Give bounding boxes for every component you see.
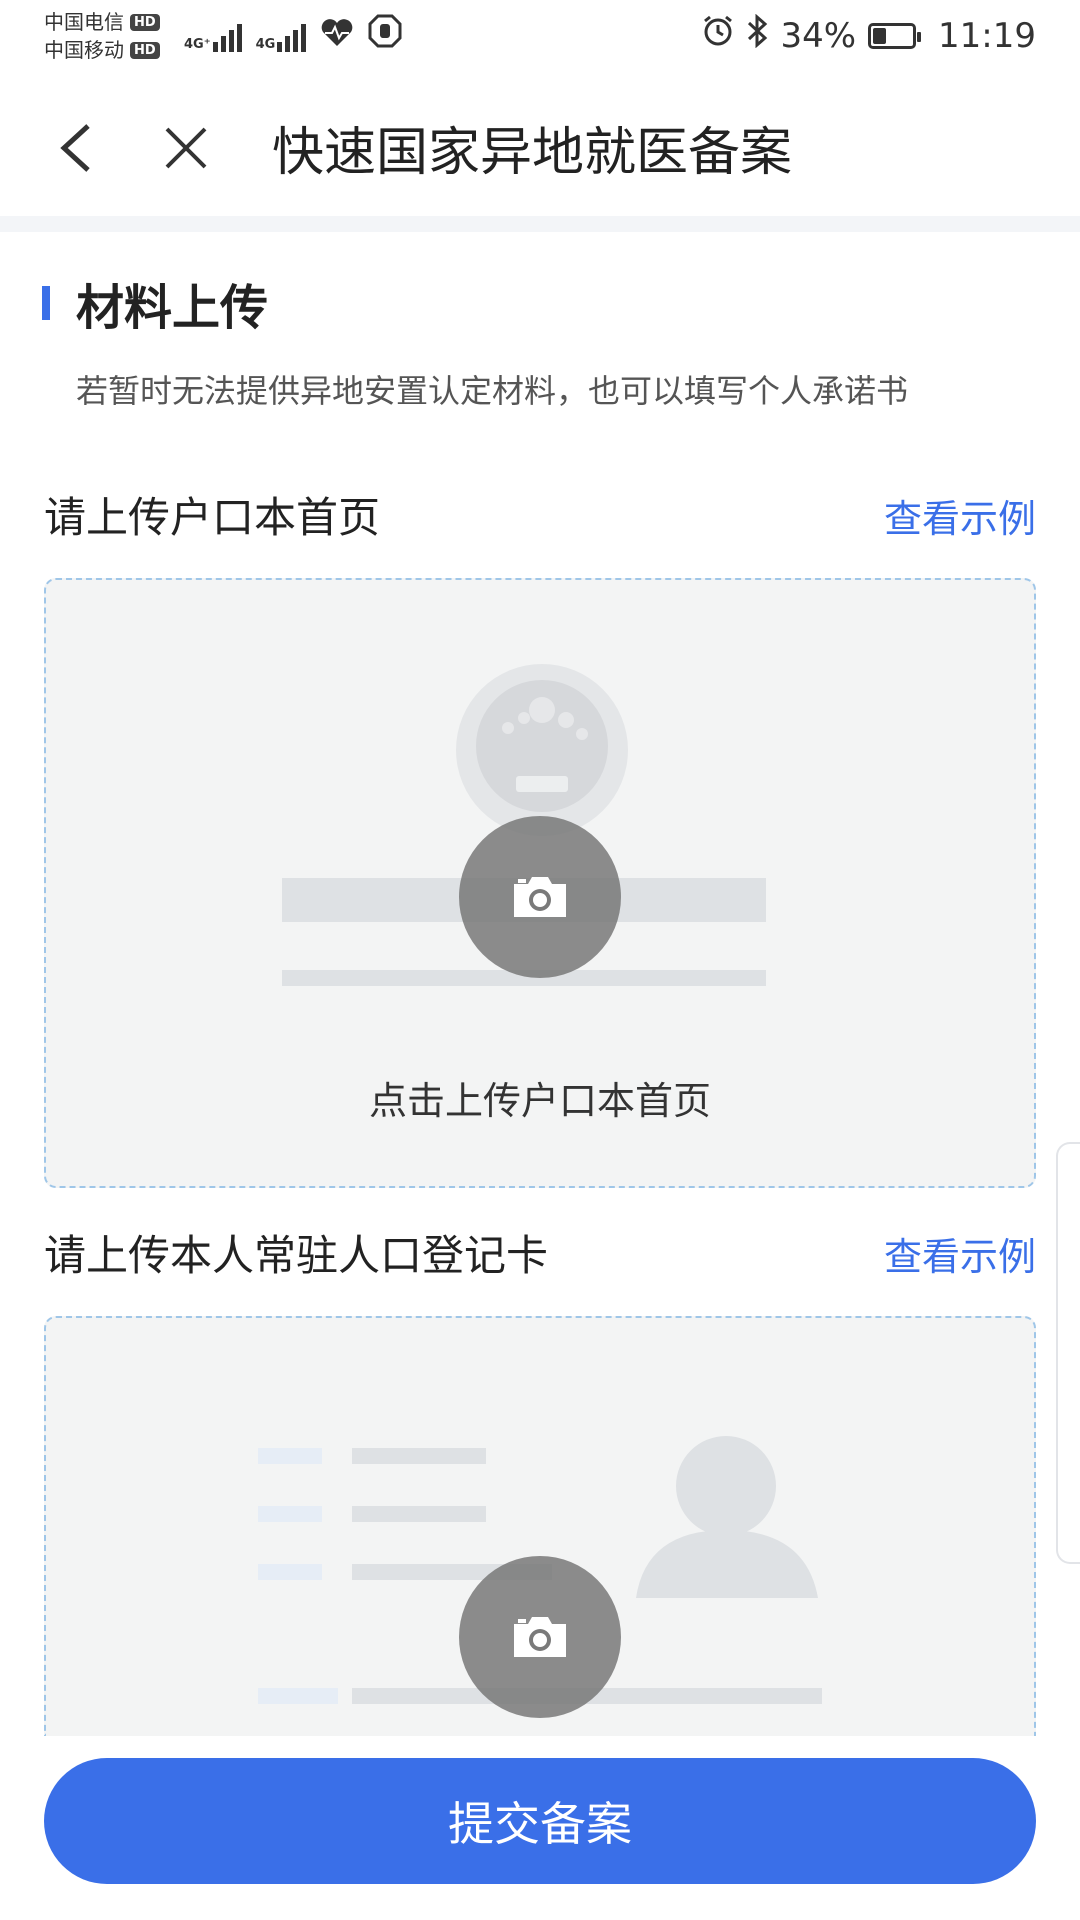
upload-label-household: 请上传户口本首页 — [44, 493, 381, 542]
alarm-icon — [702, 15, 734, 56]
back-button[interactable] — [36, 108, 116, 188]
back-arrow-icon — [60, 124, 90, 172]
carrier-info: 中国电信 HD 中国移动 HD — [44, 8, 160, 64]
net-type-1: 4G⁺ — [184, 37, 211, 52]
heart-rate-icon — [320, 18, 354, 52]
signal-icon — [277, 18, 307, 52]
view-example-link-registration-card[interactable]: 查看示例 — [884, 1226, 1036, 1281]
upload-box-household[interactable]: 点击上传户口本首页 — [44, 578, 1036, 1188]
battery-fill — [873, 27, 887, 44]
close-icon — [165, 127, 207, 169]
camera-icon — [514, 877, 566, 917]
accent-bar — [42, 286, 50, 320]
close-button[interactable] — [146, 108, 226, 188]
battery-percent: 34% — [780, 15, 857, 56]
battery-icon — [868, 22, 922, 49]
submit-filing-button[interactable]: 提交备案 — [44, 1758, 1036, 1884]
section-hint: 若暂时无法提供异地安置认定材料，也可以填写个人承诺书 — [76, 372, 909, 410]
section-title: 材料上传 — [76, 280, 269, 336]
camera-icon — [514, 1617, 566, 1657]
side-scroll-handle[interactable] — [1056, 1142, 1080, 1564]
hand-stop-icon — [368, 14, 402, 52]
upload-label-registration-card: 请上传本人常驻人口登记卡 — [44, 1231, 549, 1280]
section-heading: 材料上传 — [42, 268, 268, 338]
view-example-link-household[interactable]: 查看示例 — [884, 488, 1036, 543]
status-right: 34% 11:19 — [702, 13, 1036, 57]
net-type-2: 4G — [255, 37, 276, 52]
hd-badge-1: HD — [130, 13, 160, 31]
page-title: 快速国家异地就医备案 — [272, 123, 793, 183]
app-header: 快速国家异地就医备案 — [0, 80, 1080, 214]
hd-badge-2: HD — [130, 41, 160, 59]
network-icons: 4G⁺ 4G — [184, 14, 402, 52]
header-divider — [0, 216, 1080, 232]
camera-button-household[interactable] — [459, 816, 621, 978]
upload-caption-household: 点击上传户口本首页 — [368, 1079, 711, 1123]
upload-box-registration-card[interactable] — [44, 1316, 1036, 1736]
carrier-2-label: 中国移动 — [44, 38, 124, 62]
signal-icon — [212, 18, 242, 52]
clock-time: 11:19 — [938, 15, 1036, 56]
status-bar: 中国电信 HD 中国移动 HD 4G⁺ 4G 34% 11:19 — [0, 0, 1080, 74]
carrier-1-label: 中国电信 — [44, 10, 124, 34]
bluetooth-icon — [746, 13, 768, 57]
camera-button-registration-card[interactable] — [459, 1556, 621, 1718]
